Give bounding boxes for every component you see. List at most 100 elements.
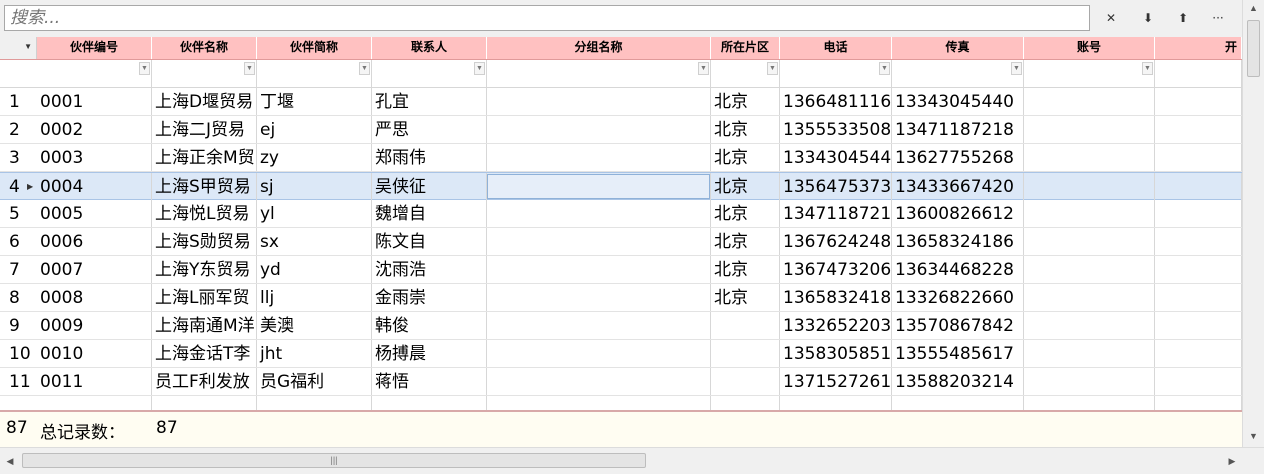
table-row[interactable]: 11 0011 员工F利发放 员G福利 蒋悟 1371527261 13588203214	[0, 368, 1242, 396]
cell-contact[interactable]: 陈文自	[372, 228, 487, 255]
cell-contact[interactable]: 沈雨浩	[372, 256, 487, 283]
cell-fax[interactable]: 13627755268	[892, 144, 1024, 171]
filter-dropdown-icon[interactable]: ▼	[698, 62, 709, 75]
cell-partner-short-name[interactable]: yl	[257, 200, 372, 227]
cell-partner-code[interactable]: 0005	[37, 200, 152, 227]
cell-group-name[interactable]	[487, 173, 711, 200]
cell-partner-name[interactable]: 上海金话T李	[152, 340, 257, 367]
filter-dropdown-icon[interactable]: ▼	[244, 62, 255, 75]
cell-partner-short-name[interactable]: llj	[257, 284, 372, 311]
cell-partner-code[interactable]: 0009	[37, 312, 152, 339]
cell-account[interactable]	[1024, 173, 1155, 200]
cell-account[interactable]	[1024, 144, 1155, 171]
cell-partner-short-name[interactable]: sj	[257, 173, 372, 200]
cell-extra[interactable]	[1155, 340, 1242, 367]
cell-partner-code[interactable]: 0011	[37, 368, 152, 395]
cell-contact[interactable]: 蒋悟	[372, 368, 487, 395]
filter-dropdown-icon[interactable]: ▼	[359, 62, 370, 75]
cell-region[interactable]: 北京	[711, 88, 780, 115]
cell-group-name[interactable]	[487, 116, 711, 143]
cell-contact[interactable]: 吴侠征	[372, 173, 487, 200]
cell-group-name[interactable]	[487, 88, 711, 115]
cell-account[interactable]	[1024, 228, 1155, 255]
column-header-partner-name[interactable]: 伙伴名称	[152, 37, 257, 59]
cell-region[interactable]	[711, 312, 780, 339]
cell-contact[interactable]: 严思	[372, 116, 487, 143]
table-row[interactable]: 10 0010 上海金话T李 jht 杨搏晨 1358305851 13555485617	[0, 340, 1242, 368]
cell-fax[interactable]: 13343045440	[892, 88, 1024, 115]
cell-extra[interactable]	[1155, 116, 1242, 143]
cell-account[interactable]	[1024, 368, 1155, 395]
cell-region[interactable]: 北京	[711, 256, 780, 283]
cell-phone[interactable]: 1356475373	[780, 173, 892, 200]
cell-contact[interactable]: 杨搏晨	[372, 340, 487, 367]
cell-extra[interactable]	[1155, 88, 1242, 115]
cell-account[interactable]	[1024, 340, 1155, 367]
column-header-contact[interactable]: 联系人	[372, 37, 487, 59]
arrow-down-icon[interactable]: ⬇	[1133, 7, 1163, 29]
cell-extra[interactable]	[1155, 284, 1242, 311]
cell-partner-name[interactable]: 上海悦L贸易	[152, 200, 257, 227]
cell-account[interactable]	[1024, 116, 1155, 143]
cell-partner-code[interactable]: 0003	[37, 144, 152, 171]
cell-account[interactable]	[1024, 284, 1155, 311]
horizontal-scrollbar[interactable]: ◀ ||| ▶	[0, 447, 1264, 474]
cell-account[interactable]	[1024, 312, 1155, 339]
filter-cell-phone[interactable]: ▼	[780, 60, 892, 87]
filter-cell-group-name[interactable]: ▼	[487, 60, 711, 87]
cell-partner-name[interactable]: 上海S甲贸易	[152, 173, 257, 200]
cell-partner-short-name[interactable]: zy	[257, 144, 372, 171]
cell-fax[interactable]: 13433667420	[892, 173, 1024, 200]
cell-account[interactable]	[1024, 88, 1155, 115]
cell-partner-short-name[interactable]: yd	[257, 256, 372, 283]
cell-partner-code[interactable]: 0007	[37, 256, 152, 283]
column-header-partner-code[interactable]: 伙伴编号	[37, 37, 152, 59]
cell-partner-short-name[interactable]: 美澳	[257, 312, 372, 339]
cell-partner-name[interactable]: 上海南通M洋	[152, 312, 257, 339]
cell-partner-name[interactable]: 上海L丽军贸	[152, 284, 257, 311]
cell-phone[interactable]: 1365832418	[780, 284, 892, 311]
cell-fax[interactable]: 13634468228	[892, 256, 1024, 283]
cell-group-name[interactable]	[487, 368, 711, 395]
cell-group-name[interactable]	[487, 284, 711, 311]
column-header-fax[interactable]: 传真	[892, 37, 1024, 59]
cell-phone[interactable]: 1367624248	[780, 228, 892, 255]
cell-region[interactable]	[711, 368, 780, 395]
cell-fax[interactable]: 13471187218	[892, 116, 1024, 143]
table-row[interactable]: 9 0009 上海南通M洋 美澳 韩俊 1332652203 13570867842	[0, 312, 1242, 340]
cell-contact[interactable]: 魏增自	[372, 200, 487, 227]
scroll-down-icon[interactable]: ▼	[1243, 428, 1264, 445]
cell-region[interactable]	[711, 340, 780, 367]
table-row[interactable]: 5 0005 上海悦L贸易 yl 魏增自 北京 1347118721 13600826612	[0, 200, 1242, 228]
table-row[interactable]: 4 ▶ 0004 上海S甲贸易 sj 吴侠征 北京 1356475373 13433667420	[0, 172, 1242, 200]
cell-partner-name[interactable]: 上海正余M贸	[152, 144, 257, 171]
clear-icon[interactable]: ✕	[1096, 7, 1126, 29]
filter-dropdown-icon[interactable]: ▼	[474, 62, 485, 75]
cell-extra[interactable]	[1155, 368, 1242, 395]
column-header-account[interactable]: 账号	[1024, 37, 1155, 59]
cell-phone[interactable]: 1334304544	[780, 144, 892, 171]
cell-contact[interactable]: 孔宜	[372, 88, 487, 115]
column-header-partner-short-name[interactable]: 伙伴简称	[257, 37, 372, 59]
filter-cell-region[interactable]: ▼	[711, 60, 780, 87]
cell-partner-code[interactable]: 0001	[37, 88, 152, 115]
cell-fax[interactable]: 13588203214	[892, 368, 1024, 395]
column-header-extra[interactable]: 开	[1155, 37, 1242, 59]
cell-account[interactable]	[1024, 200, 1155, 227]
filter-cell-contact[interactable]: ▼	[372, 60, 487, 87]
cell-fax[interactable]: 13326822660	[892, 284, 1024, 311]
cell-partner-name[interactable]: 员工F利发放	[152, 368, 257, 395]
cell-region[interactable]: 北京	[711, 228, 780, 255]
cell-phone[interactable]: 1355533508	[780, 116, 892, 143]
scroll-up-icon[interactable]: ▲	[1243, 0, 1264, 17]
cell-contact[interactable]: 韩俊	[372, 312, 487, 339]
table-row[interactable]: 1 0001 上海D堰贸易 丁堰 孔宜 北京 1366481116 13343045440	[0, 88, 1242, 116]
more-icon[interactable]: ···	[1203, 7, 1233, 29]
table-row[interactable]: 6 0006 上海S勋贸易 sx 陈文自 北京 1367624248 13658324186	[0, 228, 1242, 256]
cell-fax[interactable]: 13570867842	[892, 312, 1024, 339]
column-header-phone[interactable]: 电话	[780, 37, 892, 59]
filter-cell-partner-code[interactable]: ▼	[37, 60, 152, 87]
cell-region[interactable]: 北京	[711, 144, 780, 171]
filter-dropdown-icon[interactable]: ▼	[879, 62, 890, 75]
table-row[interactable]: 7 0007 上海Y东贸易 yd 沈雨浩 北京 1367473206 13634468228	[0, 256, 1242, 284]
